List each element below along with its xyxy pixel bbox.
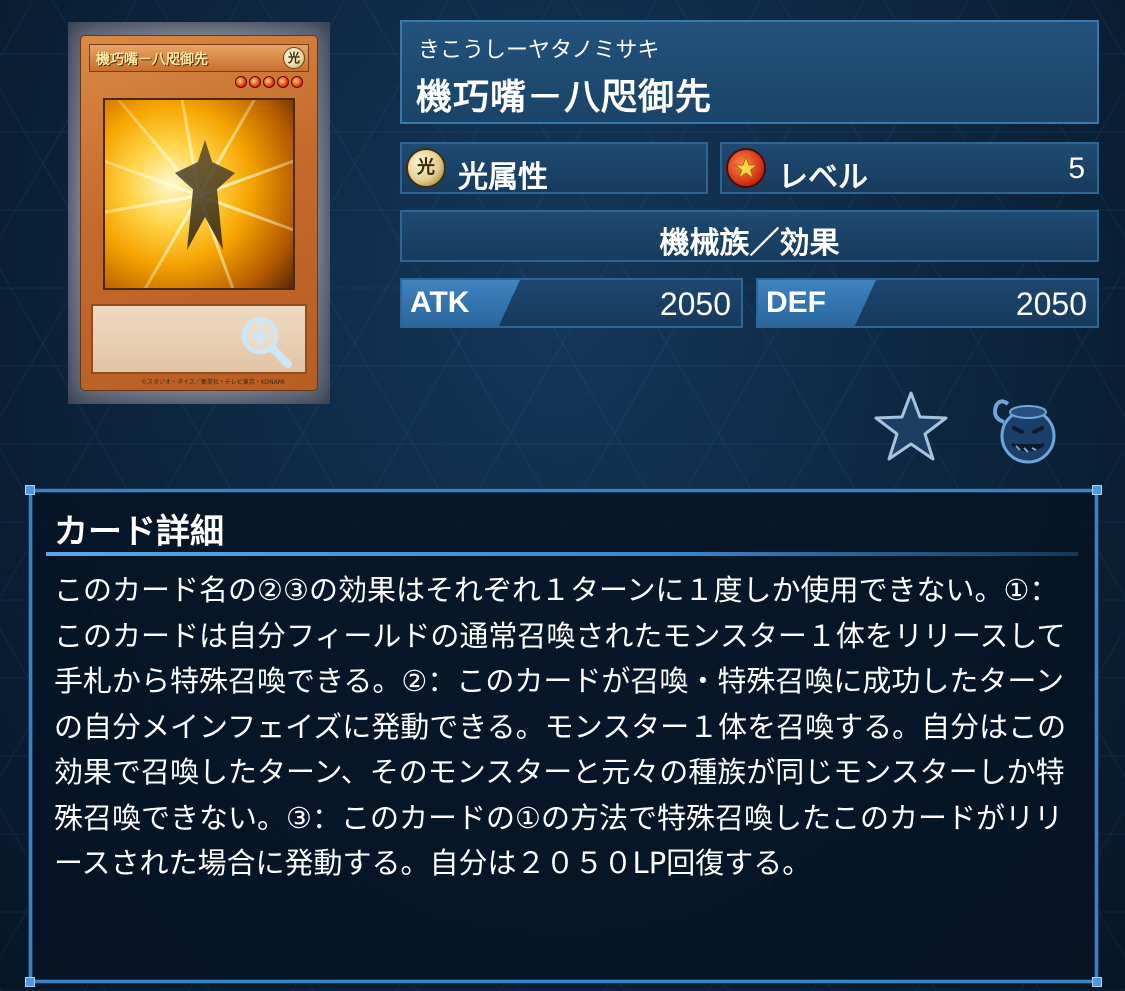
attribute-box: 光 光属性 — [400, 142, 708, 195]
level-value: 5 — [1068, 152, 1085, 185]
card-copyright: ©スタジオ・ダイス／集英社・テレビ東京・KONAMI — [141, 379, 285, 386]
card-artwork — [103, 98, 295, 290]
level-star-icon — [726, 148, 766, 188]
card-face-star-icon — [263, 76, 275, 88]
card-face-star-icon — [277, 76, 289, 88]
def-label: DEF — [766, 286, 826, 319]
pot-of-greed-icon[interactable] — [990, 392, 1062, 466]
card-image-frame[interactable]: 機巧嘴－八咫御先 光 ©スタジオ・ダイス／集英社・テレビ東京・KONAMI — [68, 22, 330, 404]
card-name: 機巧嘴－八咫御先 — [416, 77, 713, 118]
card-face-attribute-icon: 光 — [283, 47, 305, 69]
card-name-panel: きこうしーヤタノミサキ 機巧嘴－八咫御先 — [400, 20, 1099, 124]
attribute-label: 光属性 — [458, 160, 548, 195]
mechanical-bird-figure — [175, 140, 235, 250]
def-box: DEF 2050 — [756, 278, 1099, 328]
zoom-in-icon[interactable] — [238, 314, 294, 370]
card-face-star-icon — [249, 76, 261, 88]
card-details-title: カード詳細 — [54, 512, 224, 552]
card-details-panel: カード詳細 このカード名の②③の効果はそれぞれ１ターンに１度しか使用できない。①… — [25, 485, 1102, 987]
card-face-star-icon — [235, 76, 247, 88]
atk-label: ATK — [410, 286, 470, 319]
level-label: レベル — [778, 160, 868, 195]
level-box: レベル 5 — [720, 142, 1099, 195]
atk-value: 2050 — [659, 286, 731, 322]
card-face-name: 機巧嘴－八咫御先 — [96, 52, 208, 68]
card-effect-text: このカード名の②③の効果はそれぞれ１ターンに１度しか使用できない。①：このカード… — [54, 573, 1067, 880]
atk-box: ATK 2050 — [400, 278, 743, 328]
card-face-name-bar: 機巧嘴－八咫御先 光 — [89, 44, 309, 72]
card-name-reading: きこうしーヤタノミサキ — [418, 38, 660, 63]
type-line-box: 機械族／効果 — [400, 210, 1099, 262]
card-face-star-icon — [291, 76, 303, 88]
details-divider — [46, 552, 1078, 556]
type-line: 機械族／効果 — [659, 226, 840, 261]
light-attribute-icon: 光 — [406, 148, 446, 188]
star-icon[interactable] — [872, 390, 950, 462]
card-face-level-stars — [235, 76, 303, 88]
def-value: 2050 — [1015, 286, 1087, 322]
